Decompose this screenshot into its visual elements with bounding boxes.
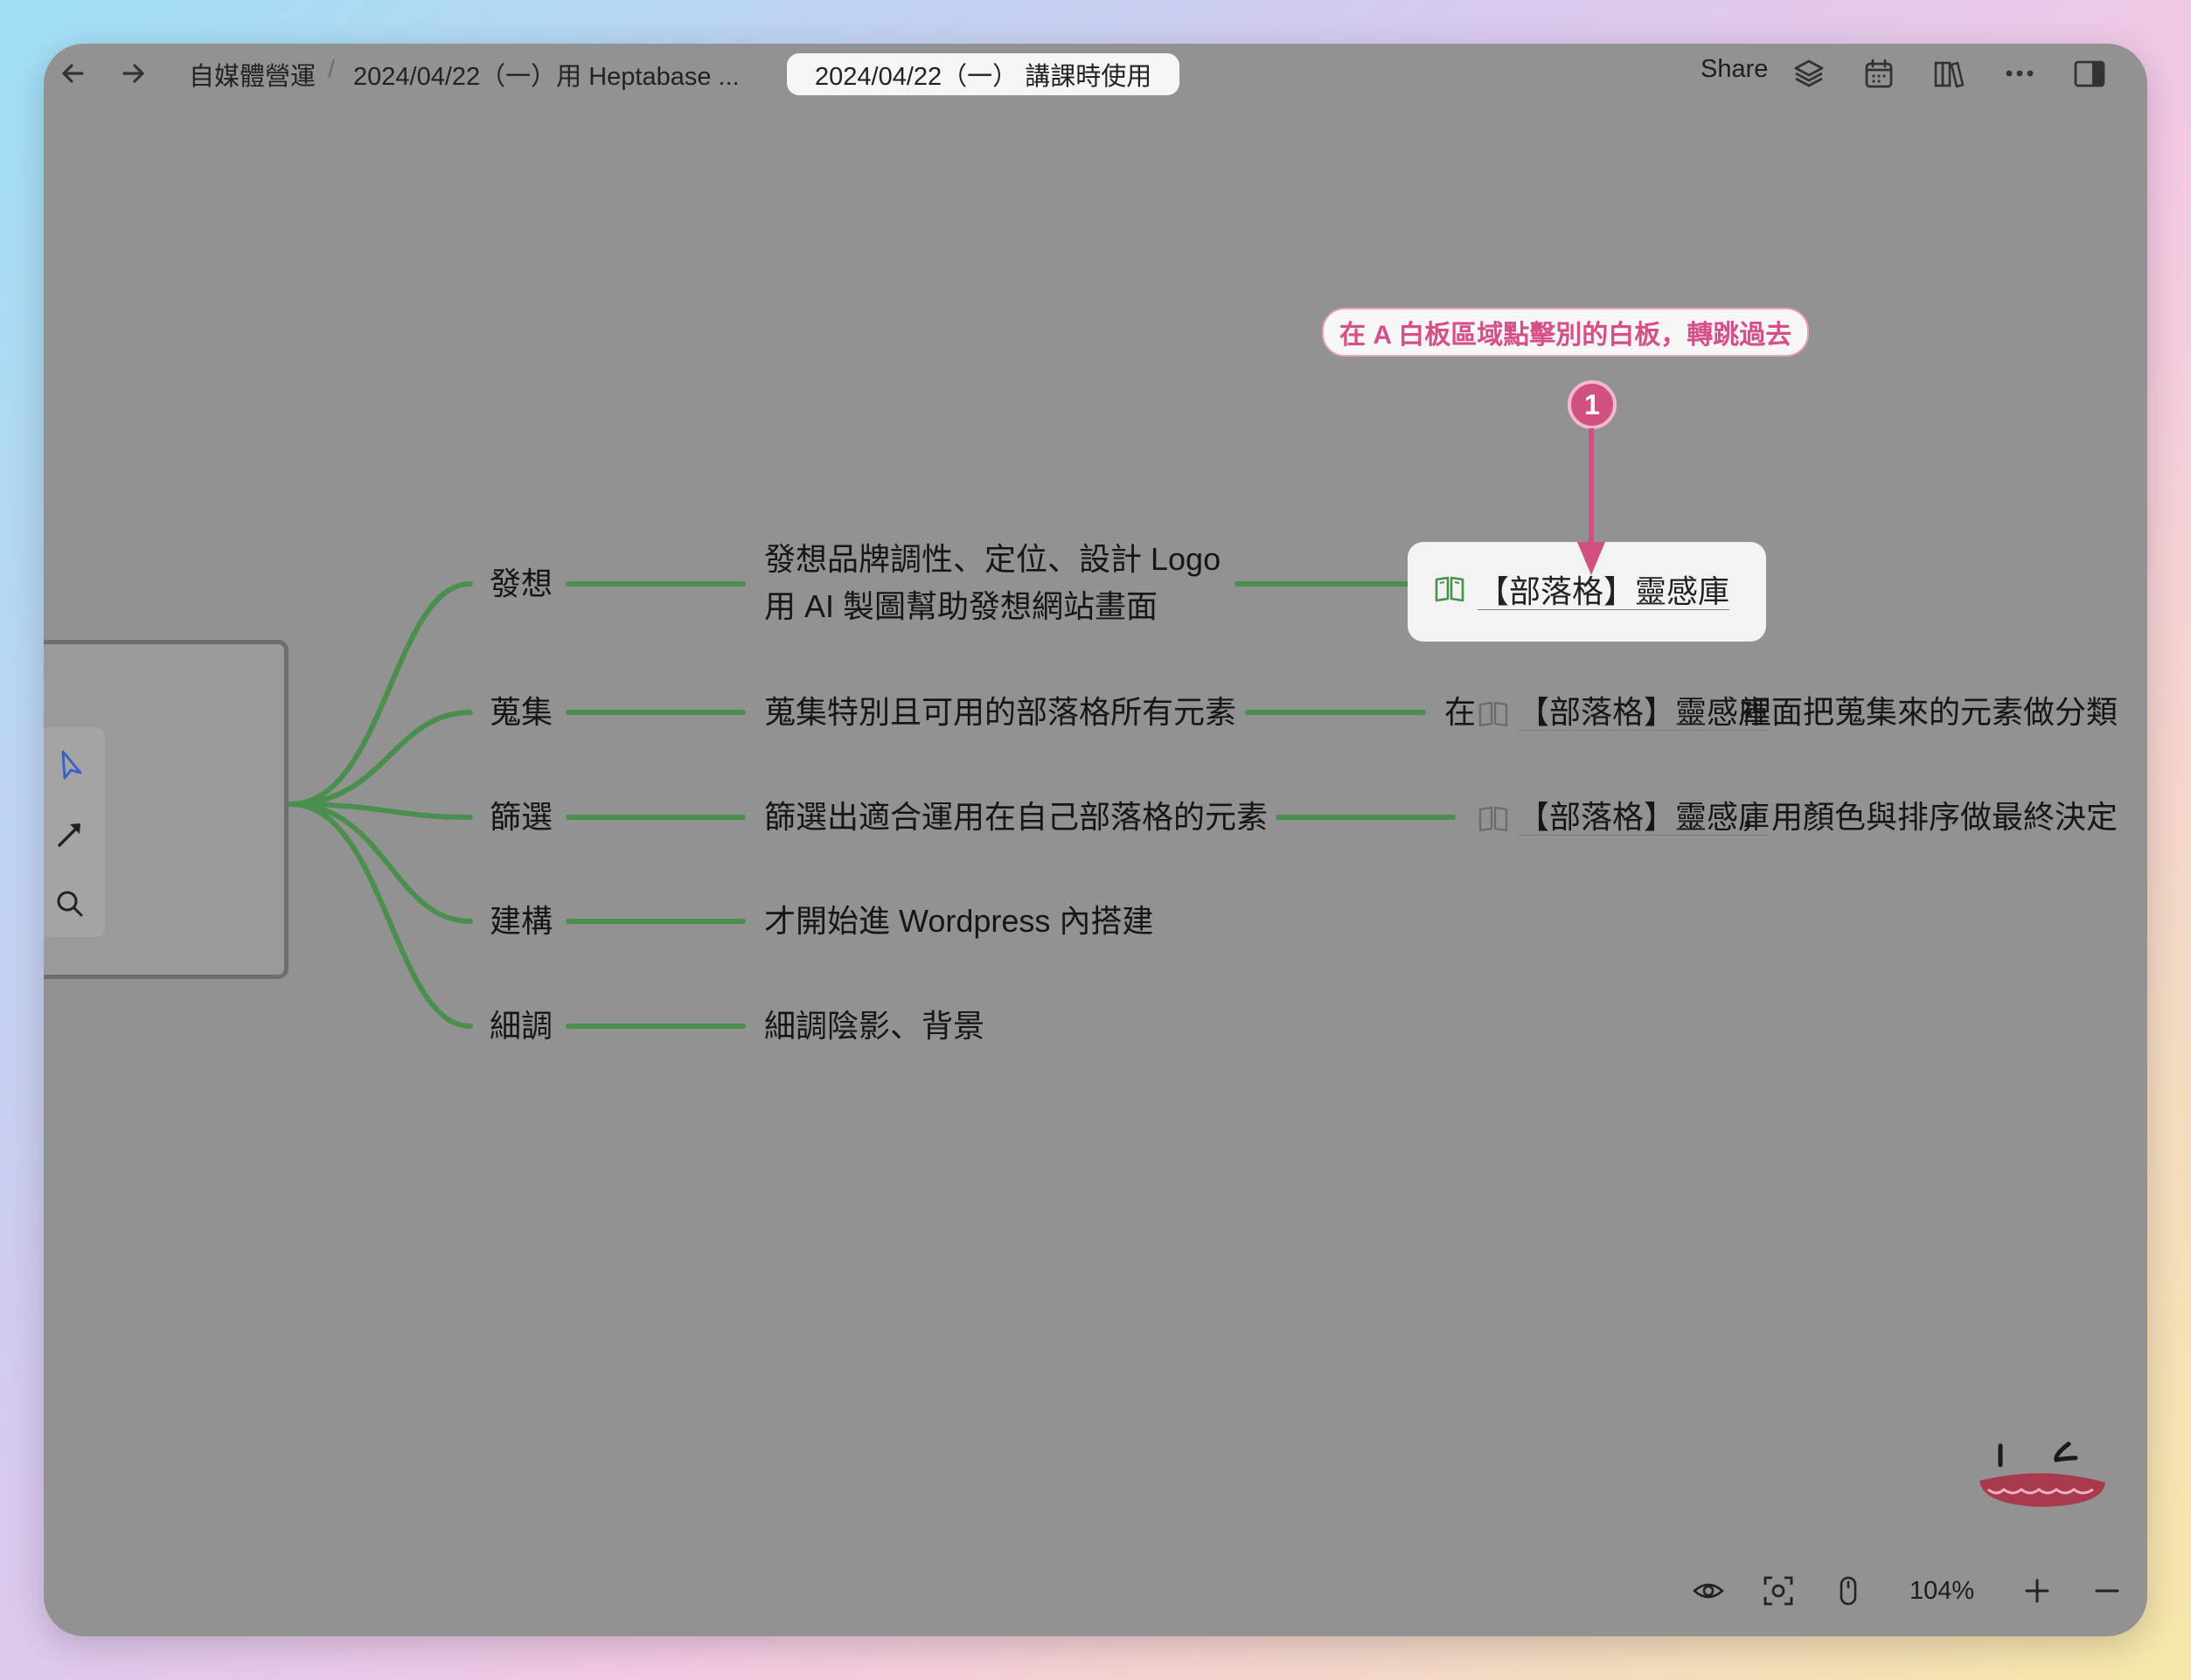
- plus-icon[interactable]: [2020, 1573, 2055, 1608]
- detail-ideation-line2[interactable]: 用 AI 製圖幫助發想網站畫面: [764, 583, 1158, 630]
- branch-label-build[interactable]: 建構: [490, 898, 553, 945]
- note-filter-link[interactable]: 【部落格】靈感庫: [1518, 794, 1770, 841]
- eye-icon[interactable]: [1691, 1573, 1726, 1608]
- detail-ideation-line1[interactable]: 發想品牌調性、定位、設計 Logo: [764, 536, 1221, 583]
- zoom-level[interactable]: 104%: [1909, 1573, 1974, 1608]
- branch-curve-collect: [288, 710, 473, 807]
- branch-label-tune[interactable]: 細調: [490, 1003, 553, 1050]
- annotation-callout: 在 A 白板區域點擊別的白板，轉跳過去: [1322, 308, 1810, 357]
- minus-icon[interactable]: [2090, 1573, 2125, 1608]
- note-collect-link[interactable]: 【部落格】靈感庫: [1518, 689, 1770, 736]
- branch-curve-ideation: [288, 581, 473, 807]
- annotation-arrow: [1577, 428, 1605, 575]
- book-icon: [1478, 701, 1508, 727]
- annotation-callout-text: 在 A 白板區域點擊別的白板，轉跳過去: [1339, 321, 1792, 350]
- branch-label-collect[interactable]: 蒐集: [490, 689, 553, 736]
- app-window: 自媒體營運 / 2024/04/22（一）用 Heptabase ... 202…: [44, 44, 2147, 1636]
- detail-filter[interactable]: 篩選出適合運用在自己部落格的元素: [764, 794, 1268, 841]
- detail-tune[interactable]: 細調陰影、背景: [764, 1003, 984, 1050]
- note-collect-prefix: 在: [1444, 694, 1477, 730]
- detail-build[interactable]: 才開始進 Wordpress 內搭建: [764, 898, 1153, 945]
- mouse-icon[interactable]: [1831, 1573, 1866, 1608]
- detail-collect[interactable]: 蒐集特別且可用的部落格所有元素: [764, 689, 1236, 736]
- note-filter-suffix: ，用顏色與排序做最終決定: [1740, 799, 2118, 835]
- smiley-doodle-icon: [1979, 1441, 2105, 1507]
- branch-label-filter[interactable]: 篩選: [490, 794, 553, 841]
- step-number-text: 1: [1584, 388, 1600, 420]
- bottom-bar: 104%: [44, 1561, 2147, 1614]
- book-icon: [1435, 576, 1464, 602]
- book-icon: [1478, 806, 1508, 832]
- focus-icon[interactable]: [1761, 1573, 1796, 1608]
- step-number-badge: 1: [1568, 380, 1617, 429]
- note-collect-suffix: 裡面把蒐集來的元素做分類: [1740, 694, 2118, 730]
- branch-label-ideation[interactable]: 發想: [490, 560, 553, 607]
